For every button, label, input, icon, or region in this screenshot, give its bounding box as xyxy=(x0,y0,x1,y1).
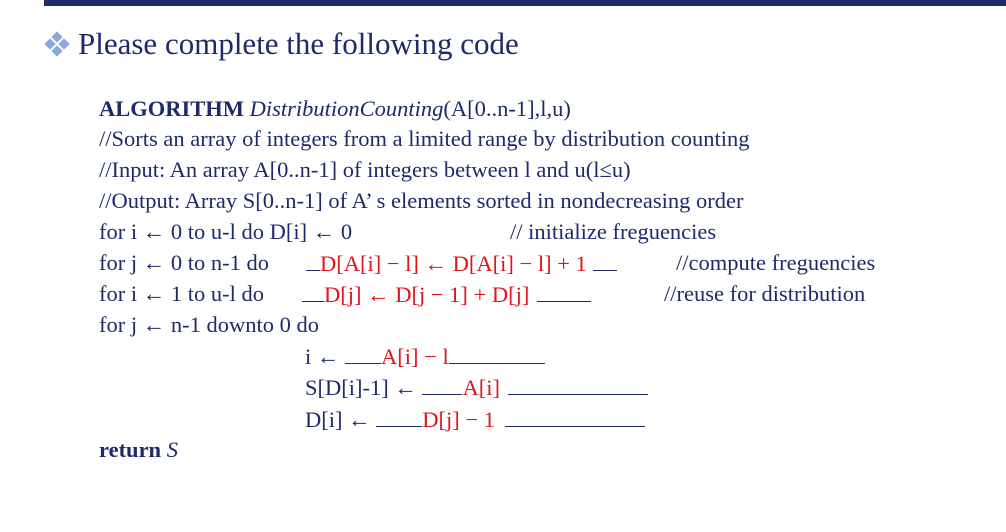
loop2-head: for j ← 0 to n-1 do xyxy=(99,250,269,275)
body-answer: D[j] − 1 xyxy=(422,407,495,432)
loop3-comment: //reuse for distribution xyxy=(664,281,866,306)
body-line-1: i ← A[i] − l xyxy=(305,343,545,370)
body-answer: A[i] xyxy=(462,375,500,400)
comment-line: //Input: An array A[0..n-1] of integers … xyxy=(99,157,631,182)
body-answer: A[i] − l xyxy=(381,344,449,369)
body-lhs: D[i] ← xyxy=(305,407,371,432)
return-keyword: return xyxy=(99,437,162,462)
loop3-blank: D[j] ← D[j − 1] + D[j] xyxy=(302,281,592,308)
loop4-head: for j ← n-1 downto 0 do xyxy=(99,312,319,337)
comment-line: //Sorts an array of integers from a limi… xyxy=(99,126,750,151)
body-lhs: i ← xyxy=(305,344,340,369)
body-lhs: S[D[i]-1] ← xyxy=(305,375,417,400)
algorithm-name: DistributionCounting xyxy=(249,96,444,121)
loop3-head: for i ← 1 to u-l do xyxy=(99,281,264,306)
slide-title-row: Please complete the following code xyxy=(44,26,519,62)
loop2-comment: //compute freguencies xyxy=(676,250,876,275)
body-line-2: S[D[i]-1] ← A[i] xyxy=(305,374,648,401)
body-line-3: D[i] ← D[j] − 1 xyxy=(305,406,645,433)
comment-line: //Output: Array S[0..n-1] of A’ s elemen… xyxy=(99,188,744,213)
return-value: S xyxy=(166,437,178,462)
slide-title: Please complete the following code xyxy=(78,26,519,61)
loop2-answer: D[A[i] − l] ← D[A[i] − l] + 1 xyxy=(320,251,587,276)
loop2-blank: D[A[i] − l] ← D[A[i] − l] + 1 xyxy=(306,250,617,277)
loop1-code: for i ← 0 to u-l do D[i] ← 0 xyxy=(99,219,353,244)
diamond-bullet-icon xyxy=(44,31,70,57)
algorithm-keyword: ALGORITHM xyxy=(99,96,245,121)
top-rule xyxy=(44,0,1006,6)
loop3-answer: D[j] ← D[j − 1] + D[j] xyxy=(324,282,530,307)
loop1-comment: // initialize freguencies xyxy=(510,219,717,244)
return-line: return S xyxy=(99,437,178,463)
algorithm-params: (A[0..n-1],l,u) xyxy=(443,96,571,121)
algorithm-header: ALGORITHM DistributionCounting(A[0..n-1]… xyxy=(99,96,571,122)
